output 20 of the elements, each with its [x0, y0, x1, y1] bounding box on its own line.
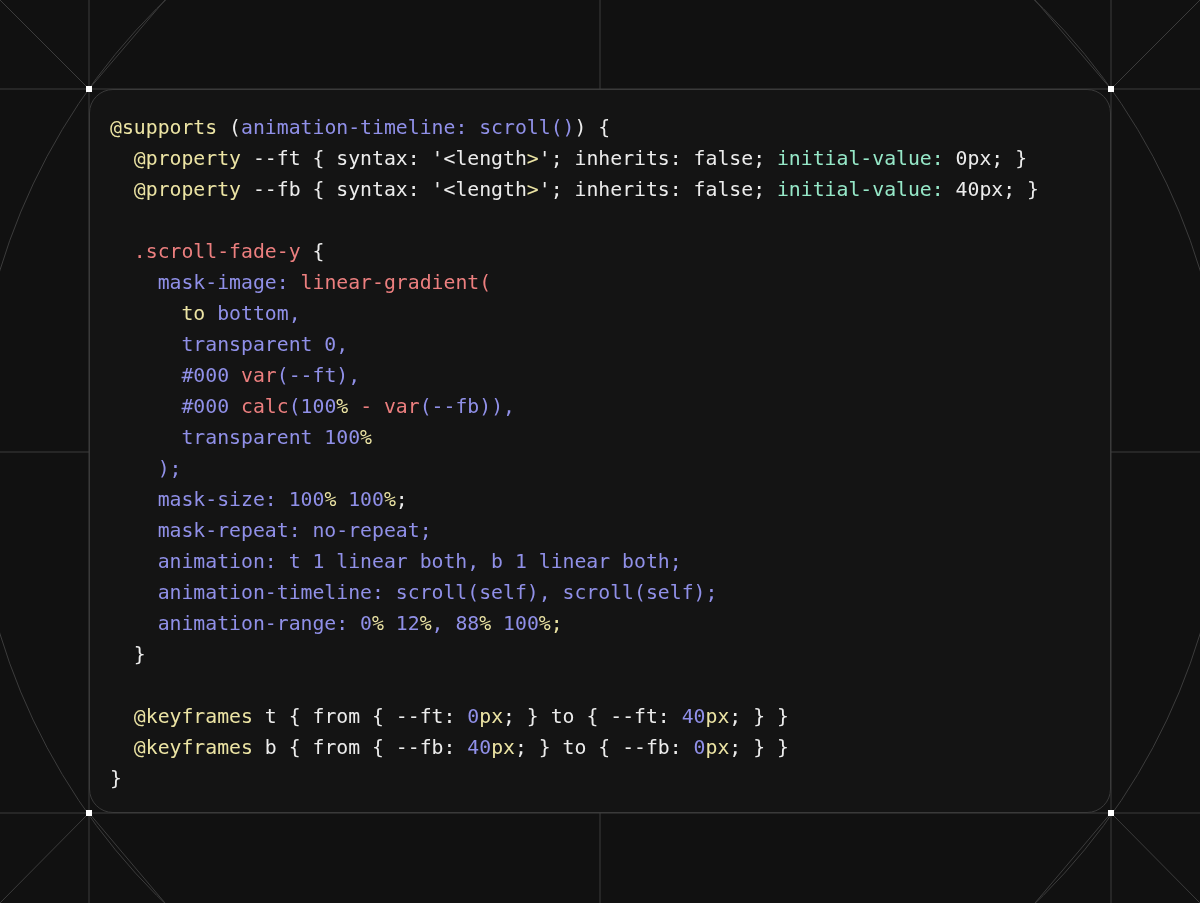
code-line: transparent 0,: [180, 332, 349, 358]
code-line: @supports (animation-timeline: scroll()) {: [110, 115, 611, 141]
code-line: mask-repeat: no-repeat;: [156, 518, 432, 544]
code-line: #000 var(--ft),: [180, 363, 361, 389]
code-line: animation-timeline: scroll(self), scroll(self);: [156, 580, 718, 606]
code-line: animation: t 1 linear both, b 1 linear both;: [156, 549, 682, 575]
code-line: }: [110, 766, 122, 792]
code-line: transparent 100%: [180, 425, 373, 451]
code-line: mask-size: 100% 100%;: [156, 487, 408, 513]
code-line: @property --ft { syntax: '<length>'; inherits: false; initial-value: 0px; }: [132, 146, 1028, 172]
code-line: @keyframes b { from { --fb: 40px; } to { --fb: 0px; } }: [132, 735, 789, 761]
code-line: mask-image: linear-gradient(: [156, 270, 492, 296]
code-line: @property --fb { syntax: '<length>'; inherits: false; initial-value: 40px; }: [132, 177, 1039, 203]
code-line: .scroll-fade-y {: [132, 239, 325, 265]
code-line: to bottom,: [180, 301, 301, 327]
code-line: #000 calc(100% - var(--fb)),: [180, 394, 515, 420]
code-line: }: [132, 642, 146, 668]
code-line: animation-range: 0% 12%, 88% 100%;: [156, 611, 563, 637]
code-line: @keyframes t { from { --ft: 0px; } to { --ft: 40px; } }: [132, 704, 789, 730]
code-line: );: [156, 456, 182, 482]
